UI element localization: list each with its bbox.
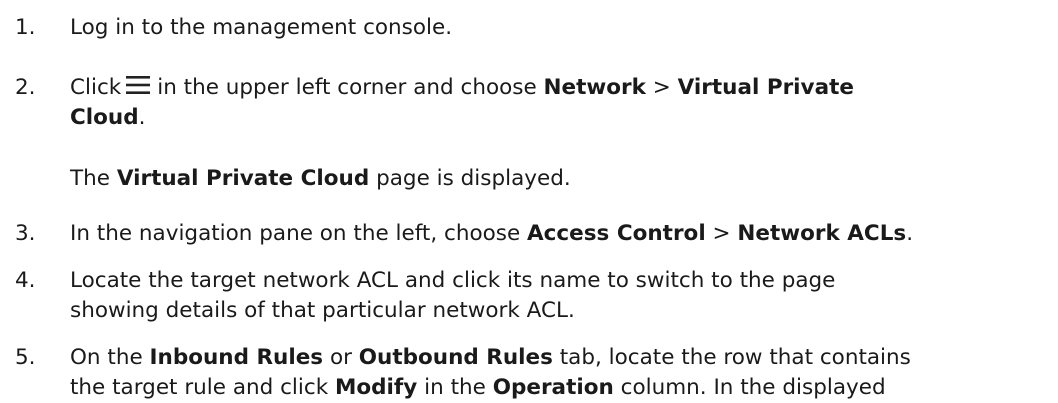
step-text: Locate the target network ACL and click … (70, 266, 1045, 326)
step-number: 3. (15, 221, 36, 246)
step-1-text: Log in to the management console. (70, 15, 453, 40)
in-the-word: in the (424, 375, 486, 400)
menu-network: Network (543, 75, 646, 100)
modify-link-label: Modify (335, 375, 418, 400)
menu-icon (126, 76, 151, 94)
separator: > (652, 75, 671, 100)
tab-outbound-rules: Outbound Rules (358, 345, 553, 370)
step-5-line2-pre: the target rule and click (70, 375, 329, 400)
separator: > (712, 221, 731, 246)
step-5-line2-end: column. In the displayed (620, 375, 886, 400)
step-5-line-2: the target rule and click Modify in the … (70, 373, 1045, 403)
step-3-pre: In the navigation pane on the left, choo… (70, 221, 521, 246)
step-4-line-1: Locate the target network ACL and click … (70, 268, 836, 293)
operation-column-label: Operation (492, 375, 614, 400)
step-3-line-1: In the navigation pane on the left, choo… (70, 219, 1045, 249)
step-number: 2. (15, 75, 36, 100)
step-2-line-1: Click in the upper left corner and choose… (70, 73, 1045, 103)
step-number: 5. (15, 345, 36, 370)
step-number: 1. (15, 15, 36, 40)
step-5-mid: tab, locate the row that contains (559, 345, 911, 370)
step-2-result: The Virtual Private Cloud page is displa… (70, 164, 1045, 194)
click-word: Click (70, 75, 122, 100)
step-text: Log in to the management console. (70, 13, 1045, 43)
step-text: In the navigation pane on the left, choo… (70, 219, 1045, 249)
step-5-line-1: On the Inbound Rules or Outbound Rules t… (70, 343, 1045, 373)
result-suffix: page is displayed. (376, 166, 571, 191)
step-5-pre: On the (70, 345, 143, 370)
step-4-line-2: showing details of that particular netwo… (70, 298, 575, 323)
tab-inbound-rules: Inbound Rules (149, 345, 324, 370)
nav-network-acls: Network ACLs (737, 221, 907, 246)
nav-access-control: Access Control (527, 221, 706, 246)
step-text: On the Inbound Rules or Outbound Rules t… (70, 343, 1045, 403)
menu-virtual-private: Virtual Private (677, 75, 854, 100)
period: . (138, 105, 146, 130)
result-page-name: Virtual Private Cloud (116, 166, 370, 191)
result-prefix: The (70, 166, 110, 191)
period: . (906, 221, 914, 246)
step-text: Click in the upper left corner and choose… (70, 73, 1045, 133)
menu-cloud: Cloud (70, 105, 139, 130)
step-2-line-2: Cloud. (70, 103, 1045, 133)
or-word: or (329, 345, 352, 370)
step-2-mid-text: in the upper left corner and choose (157, 75, 537, 100)
step-number: 4. (15, 268, 36, 293)
